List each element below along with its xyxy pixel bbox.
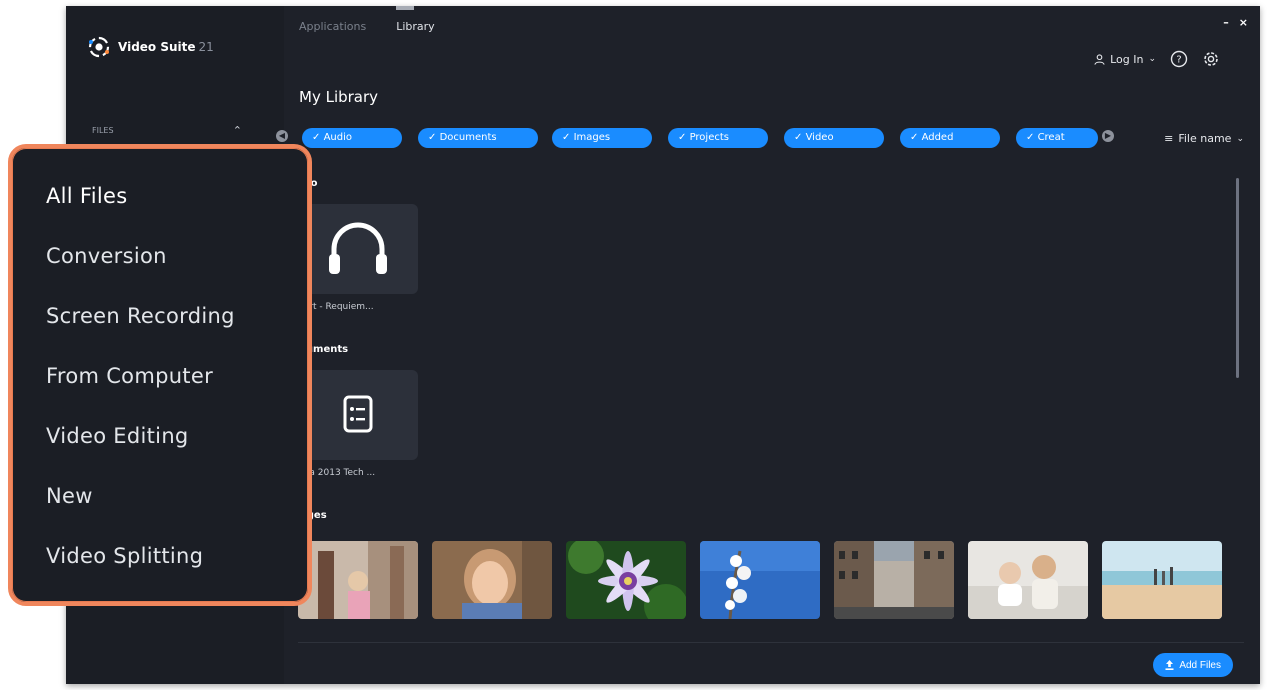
- files-section-header[interactable]: FILES ⌃: [92, 124, 242, 137]
- tab-applications[interactable]: Applications: [299, 20, 366, 33]
- image-thumbnail-beach[interactable]: [1102, 541, 1222, 619]
- filter-chip-added[interactable]: ✓ Added: [900, 128, 1000, 148]
- audio-file-tile[interactable]: [298, 204, 418, 294]
- footer-divider: [298, 642, 1244, 643]
- upload-icon: [1165, 660, 1174, 670]
- chevron-down-icon: ⌄: [1148, 54, 1156, 64]
- filter-chip-video[interactable]: ✓ Video: [784, 128, 884, 148]
- image-thumbnail-family-walk[interactable]: [298, 541, 418, 619]
- image-thumbnail-kids-bed[interactable]: [968, 541, 1088, 619]
- files-menu-callout: All Files Conversion Screen Recording Fr…: [8, 144, 312, 606]
- chevron-up-icon[interactable]: ⌃: [233, 124, 242, 137]
- headphones-icon: [329, 222, 387, 274]
- svg-text:?: ?: [1176, 55, 1181, 66]
- minimize-button[interactable]: –: [1223, 16, 1229, 29]
- gear-icon[interactable]: [1202, 50, 1220, 68]
- menu-item-from-computer[interactable]: From Computer: [46, 364, 213, 388]
- menu-item-new[interactable]: New: [46, 484, 93, 508]
- menu-item-all-files[interactable]: All Files: [46, 184, 128, 208]
- scroll-right-icon[interactable]: ▶: [1102, 130, 1114, 142]
- video-suite-logo-icon: [88, 36, 110, 58]
- close-button[interactable]: ×: [1239, 16, 1248, 29]
- sort-label: File name: [1178, 132, 1232, 145]
- tab-library[interactable]: Library: [396, 6, 435, 33]
- document-file-tile[interactable]: [298, 370, 418, 460]
- chevron-down-icon: ⌄: [1236, 133, 1244, 144]
- menu-item-conversion[interactable]: Conversion: [46, 244, 167, 268]
- filter-chip-images[interactable]: ✓ Images: [552, 128, 652, 148]
- sort-dropdown[interactable]: ≡ File name ⌄: [1164, 132, 1244, 145]
- login-label: Log In: [1110, 52, 1144, 66]
- filter-chip-audio[interactable]: ✓ Audio: [302, 128, 402, 148]
- app-name: Video Suite 21: [118, 40, 214, 54]
- help-icon[interactable]: ?: [1170, 50, 1188, 68]
- page-title: My Library: [299, 88, 379, 106]
- login-button[interactable]: Log In ⌄: [1094, 53, 1156, 66]
- filter-chip-projects[interactable]: ✓ Projects: [668, 128, 768, 148]
- app-logo: Video Suite 21: [88, 36, 214, 58]
- window-controls: – ×: [1223, 16, 1248, 29]
- vertical-scrollbar[interactable]: [1236, 178, 1239, 378]
- sort-icon: ≡: [1164, 132, 1174, 145]
- image-thumbnail-purple-flower[interactable]: [566, 541, 686, 619]
- filter-chip-created[interactable]: ✓ Creat: [1016, 128, 1098, 148]
- top-nav: Applications Library: [299, 6, 435, 33]
- app-version: 21: [198, 40, 214, 54]
- image-thumbnail-girl-portrait[interactable]: [432, 541, 552, 619]
- filter-chips-bar: ◀ ✓ Audio ✓ Documents ✓ Images ✓ Project…: [276, 126, 1256, 148]
- image-thumbnail-city-street[interactable]: [834, 541, 954, 619]
- header-actions: Log In ⌄ ?: [1094, 50, 1220, 68]
- menu-item-video-editing[interactable]: Video Editing: [46, 424, 189, 448]
- menu-item-screen-recording[interactable]: Screen Recording: [46, 304, 235, 328]
- files-header-label: FILES: [92, 126, 114, 135]
- document-icon: [343, 395, 373, 433]
- scroll-left-icon[interactable]: ◀: [276, 130, 288, 142]
- add-files-label: Add Files: [1179, 659, 1221, 671]
- add-files-button[interactable]: Add Files: [1153, 653, 1233, 677]
- user-icon: [1094, 53, 1105, 65]
- filter-chip-documents[interactable]: ✓ Documents: [418, 128, 538, 148]
- image-thumbnail-white-blossom[interactable]: [700, 541, 820, 619]
- menu-item-video-splitting[interactable]: Video Splitting: [46, 544, 203, 568]
